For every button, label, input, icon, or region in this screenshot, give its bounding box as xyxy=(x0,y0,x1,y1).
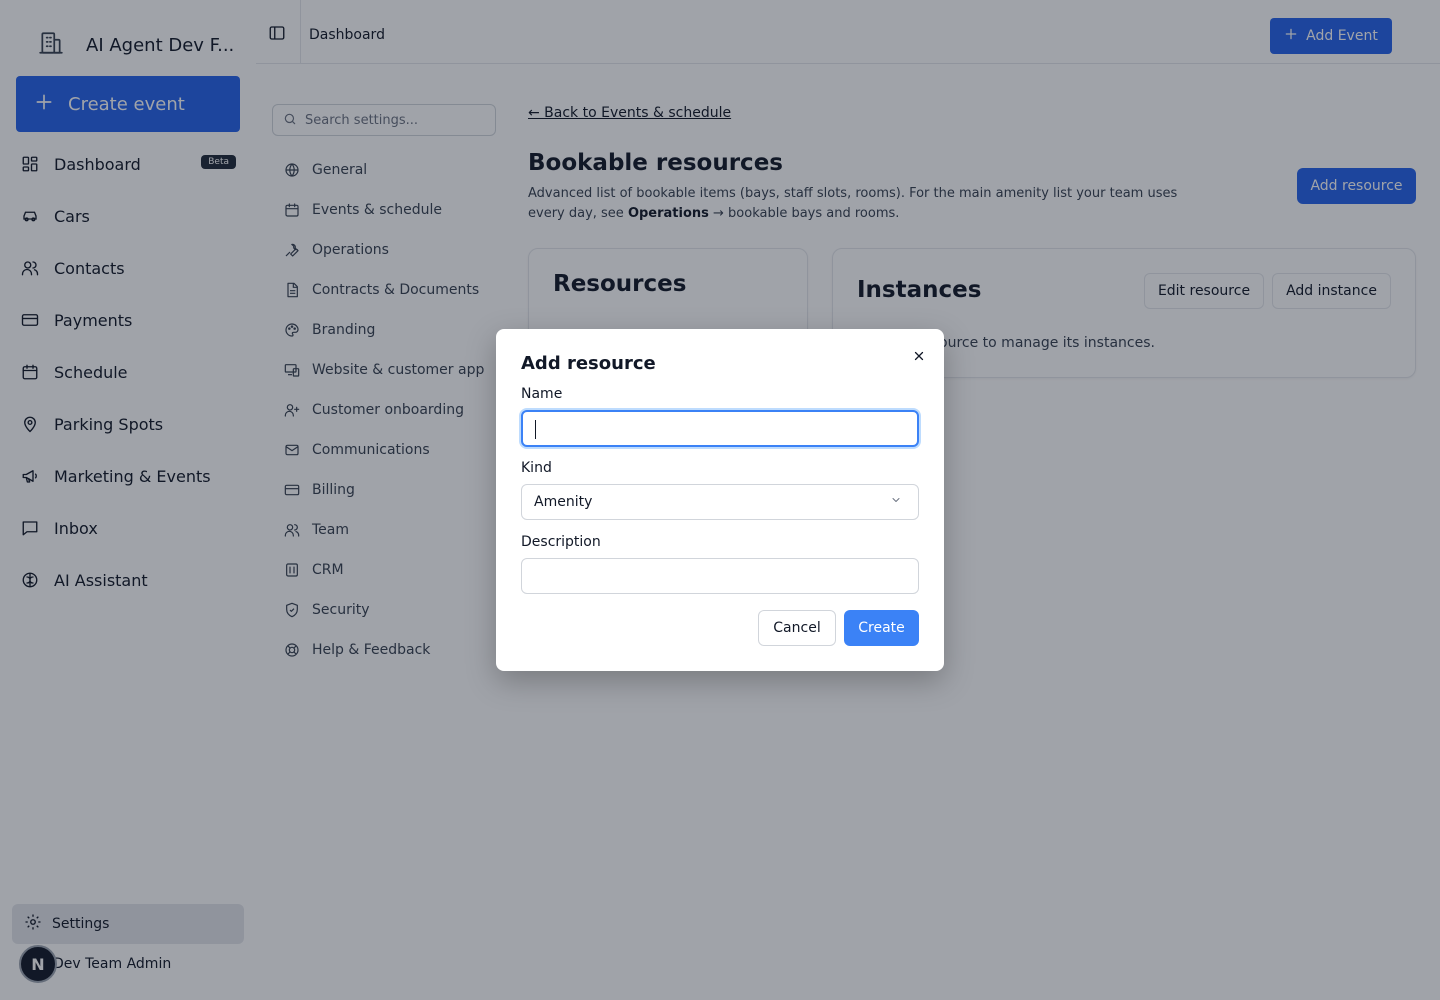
kind-select[interactable]: Amenity xyxy=(521,484,919,520)
chevron-down-icon xyxy=(890,494,902,510)
dialog-title: Add resource xyxy=(521,353,656,374)
text-cursor xyxy=(535,420,536,439)
description-label: Description xyxy=(521,534,601,550)
description-field[interactable] xyxy=(521,558,919,594)
name-field[interactable] xyxy=(521,410,919,447)
add-resource-dialog: Add resource Name Kind Amenity Descripti… xyxy=(496,329,944,671)
close-icon[interactable] xyxy=(909,346,929,366)
kind-selected-value: Amenity xyxy=(534,494,593,510)
kind-label: Kind xyxy=(521,460,552,476)
name-label: Name xyxy=(521,386,563,402)
cancel-button[interactable]: Cancel xyxy=(758,610,836,646)
description-input[interactable] xyxy=(522,559,918,593)
name-input[interactable] xyxy=(523,412,917,445)
create-button[interactable]: Create xyxy=(844,610,919,646)
